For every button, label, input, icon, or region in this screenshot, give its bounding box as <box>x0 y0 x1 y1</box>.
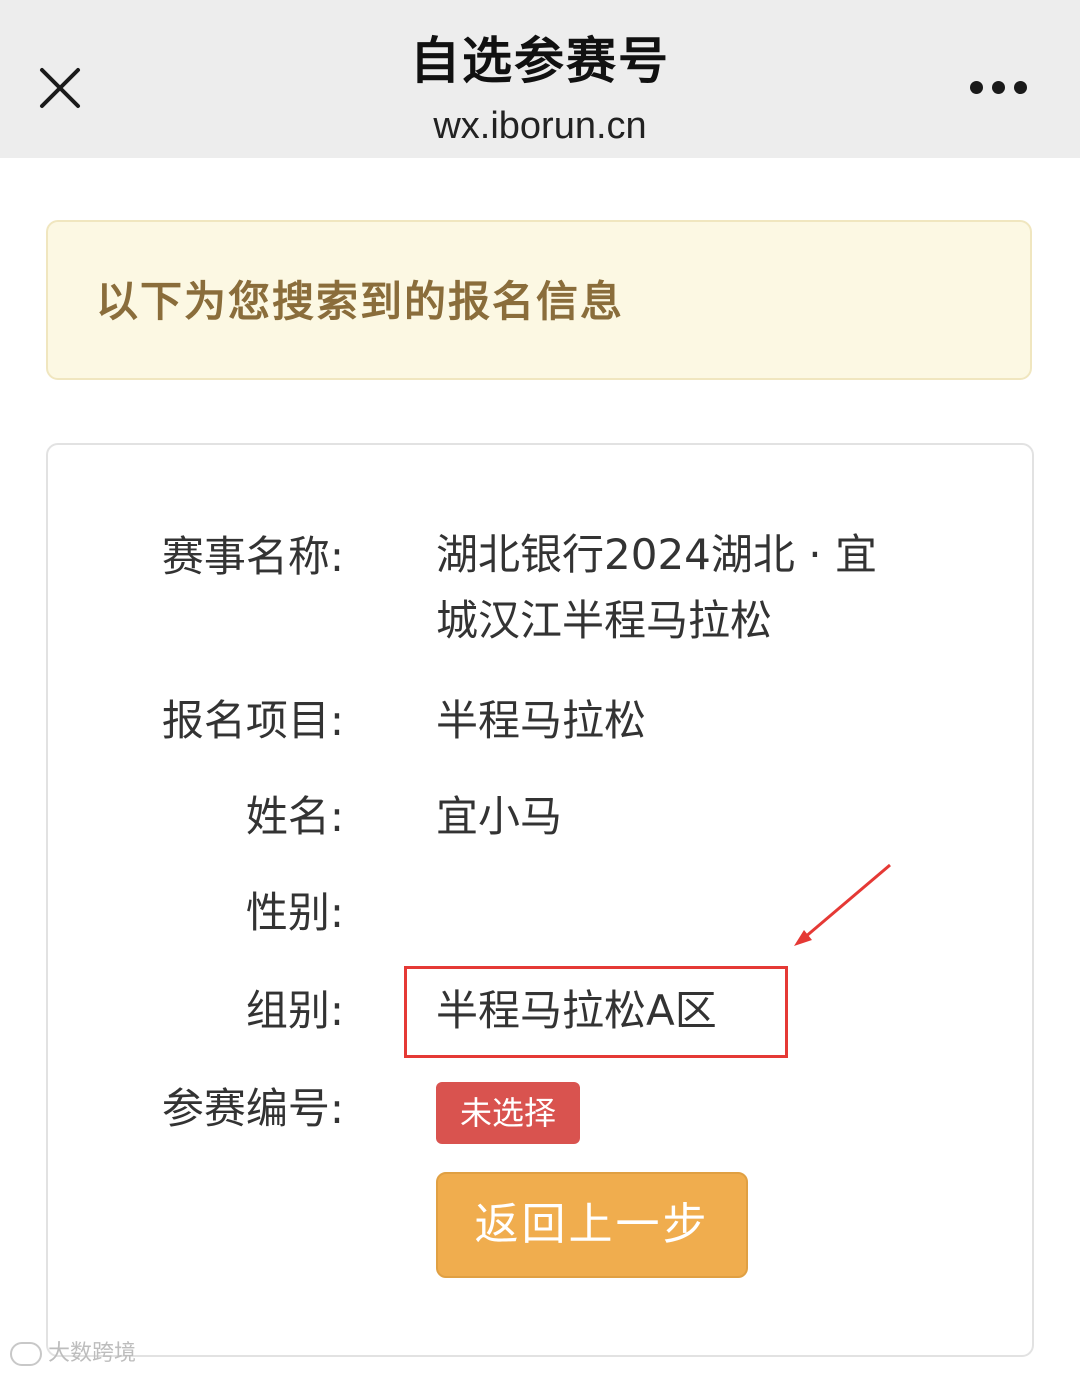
event-name-line-1: 湖北银行2024湖北 · 宜 <box>436 530 877 579</box>
watermark-logo-icon <box>10 1342 42 1366</box>
gender-label: 性别: <box>245 888 344 937</box>
event-name-line-2: 城汉江半程马拉松 <box>436 596 773 645</box>
back-button[interactable]: 返回上一步 <box>436 1172 748 1278</box>
top-navigation-bar: 自选参赛号 wx.iborun.cn <box>0 0 1080 158</box>
more-horizontal-icon <box>970 81 983 94</box>
more-horizontal-icon-dot <box>992 81 1005 94</box>
project-value: 半程马拉松 <box>436 696 647 745</box>
watermark: 大数跨境 <box>10 1338 136 1370</box>
name-value: 宜小马 <box>436 792 563 841</box>
project-label: 报名项目: <box>161 696 344 745</box>
name-label: 姓名: <box>245 792 344 841</box>
more-horizontal-icon-dot <box>1014 81 1027 94</box>
group-highlight-box <box>404 966 788 1058</box>
more-options-button[interactable] <box>962 70 1034 106</box>
bib-number-label: 参赛编号: <box>161 1084 344 1133</box>
bib-status-badge[interactable]: 未选择 <box>436 1082 580 1144</box>
search-result-notice: 以下为您搜索到的报名信息 <box>46 220 1032 380</box>
group-label: 组别: <box>245 986 344 1035</box>
watermark-text: 大数跨境 <box>48 1341 137 1366</box>
page-url: wx.iborun.cn <box>433 105 647 147</box>
page-title: 自选参赛号 <box>410 32 670 90</box>
annotation-arrow-icon <box>794 863 891 946</box>
event-name-label: 赛事名称: <box>161 532 344 581</box>
event-name-value: 湖北银行2024湖北 · 宜 城汉江半程马拉松 <box>436 522 956 654</box>
notice-text: 以下为您搜索到的报名信息 <box>96 277 625 326</box>
